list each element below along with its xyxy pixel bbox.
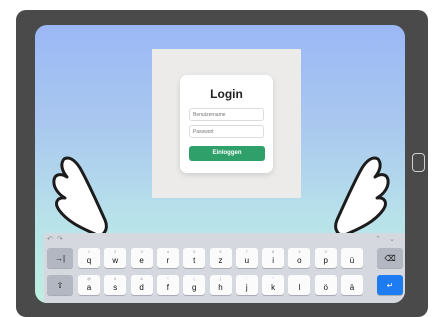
key-r[interactable]: 4r (156, 248, 179, 268)
wing-right-icon (334, 156, 390, 238)
key-z[interactable]: 6z (209, 248, 232, 268)
login-panel: Login Einloggen (152, 49, 301, 198)
key-label: q (86, 256, 92, 265)
key-l[interactable]: l (288, 275, 311, 295)
key-label: s (113, 283, 118, 292)
key-label: j (245, 283, 248, 292)
key-d[interactable]: & d (130, 275, 153, 295)
previous-field-button[interactable]: ⌃ (375, 235, 381, 243)
key-ü[interactable]: ü (341, 248, 363, 268)
key-label: r (166, 256, 170, 265)
next-field-button[interactable]: ⌄ (389, 235, 395, 243)
shift-icon: ⇧ (56, 281, 64, 290)
password-input[interactable] (189, 125, 264, 138)
key-label: g (191, 283, 197, 292)
key-o[interactable]: 9o (288, 248, 311, 268)
key-q[interactable]: 1q (78, 248, 100, 268)
key-label: u (244, 256, 250, 265)
key-i[interactable]: 8i (262, 248, 285, 268)
shift-key[interactable]: ⇧ (47, 275, 73, 295)
key-label: p (323, 256, 328, 265)
key-t[interactable]: 5t (183, 248, 206, 268)
key-label: e (139, 256, 144, 265)
key-secondary-label: 4 (166, 249, 169, 254)
key-secondary-label: # (114, 276, 117, 281)
key-secondary-label: 8 (271, 249, 275, 254)
key-label: o (297, 256, 302, 265)
key-label: l (298, 283, 301, 292)
undo-button[interactable]: ↶ (47, 235, 53, 243)
tab-key[interactable]: →| (47, 248, 73, 268)
key-label: i (272, 256, 274, 265)
key-ä[interactable]: ä (341, 275, 363, 295)
key-secondary-label: 0 (324, 249, 327, 254)
enter-key[interactable]: ↵ (377, 275, 403, 295)
onscreen-keyboard: ↶ ↷ ⌃ ⌄ →| 1q2w3e4r5t6z7u8i9o0pü ⌫ ⇧ @ a #… (44, 233, 405, 303)
enter-icon: ↵ (386, 281, 394, 290)
key-label: h (218, 283, 223, 292)
redo-button[interactable]: ↷ (57, 235, 63, 243)
key-u[interactable]: 7u (235, 248, 258, 268)
key-ö[interactable]: ö (314, 275, 337, 295)
key-label: ö (323, 283, 328, 292)
key-label: t (193, 256, 196, 265)
key-secondary-label: 6 (219, 249, 222, 254)
key-secondary-label: 1 (87, 249, 91, 254)
key-secondary-label: 9 (298, 249, 301, 254)
key-secondary-label: ' (246, 276, 248, 281)
backspace-key[interactable]: ⌫ (377, 248, 403, 268)
login-card: Login Einloggen (180, 75, 273, 173)
key-secondary-label: " (272, 276, 274, 281)
key-w[interactable]: 2w (104, 248, 127, 268)
key-h[interactable]: ) h (209, 275, 232, 295)
login-button[interactable]: Einloggen (189, 146, 265, 161)
key-e[interactable]: 3e (130, 248, 153, 268)
key-secondary-label: & (140, 276, 143, 281)
key-s[interactable]: # s (104, 275, 127, 295)
key-label: f (166, 283, 169, 292)
key-a[interactable]: @ a (78, 275, 100, 295)
key-label: w (112, 256, 119, 265)
key-k[interactable]: " k (262, 275, 285, 295)
key-label: d (139, 283, 144, 292)
home-button[interactable] (412, 153, 425, 172)
key-secondary-label: 5 (193, 249, 196, 254)
key-secondary-label: ( (193, 276, 195, 281)
key-secondary-label: 2 (114, 249, 117, 254)
tablet-screen: Login Einloggen ↶ ↷ ⌃ ⌄ →| 1q2w3e4r5t6z7… (35, 25, 405, 303)
key-secondary-label: * (167, 276, 169, 281)
key-label: ä (349, 283, 355, 292)
key-secondary-label: 7 (245, 249, 248, 254)
key-secondary-label: 3 (140, 249, 143, 254)
key-secondary-label: @ (86, 276, 92, 281)
login-title: Login (210, 87, 243, 101)
key-p[interactable]: 0p (314, 248, 337, 268)
key-secondary-label: ) (219, 276, 222, 281)
key-label: z (218, 256, 223, 265)
keyboard-toolbar: ↶ ↷ ⌃ ⌄ (44, 233, 405, 246)
key-label: k (271, 283, 276, 292)
key-f[interactable]: * f (156, 275, 179, 295)
username-input[interactable] (189, 108, 264, 121)
key-g[interactable]: (g (183, 275, 206, 295)
backspace-icon: ⌫ (384, 254, 396, 263)
key-j[interactable]: ' j (235, 275, 258, 295)
key-label: ü (349, 256, 355, 265)
key-label: a (86, 283, 92, 292)
wing-left-icon (52, 156, 108, 238)
